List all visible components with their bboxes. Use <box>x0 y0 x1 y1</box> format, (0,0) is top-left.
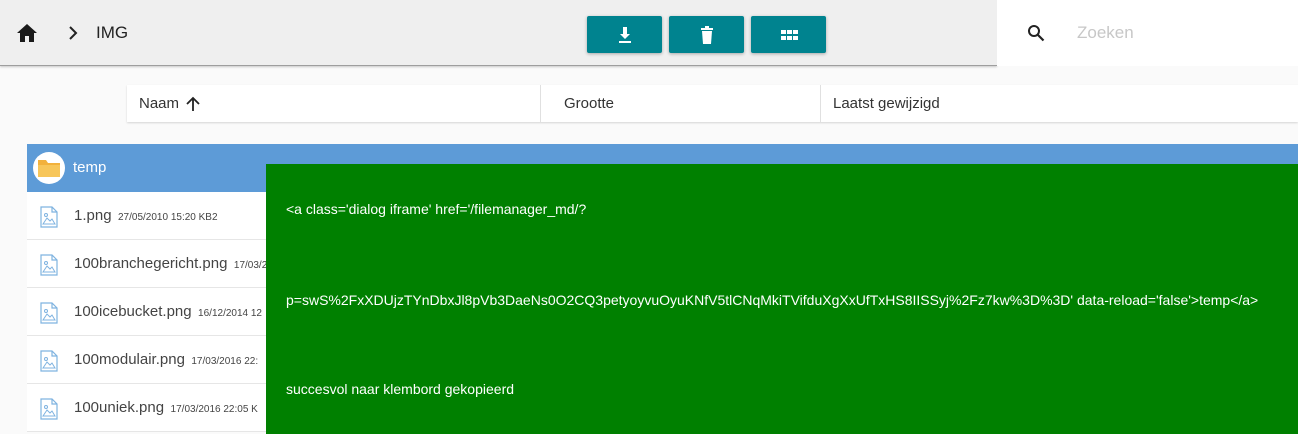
grid-view-icon <box>780 29 798 40</box>
download-icon <box>618 26 631 43</box>
file-name: 100modulair.png <box>74 351 185 368</box>
column-divider <box>820 85 821 122</box>
column-name[interactable]: Naam <box>139 85 201 122</box>
file-name: 1.png <box>74 207 112 224</box>
image-file-icon <box>40 206 58 228</box>
arrow-up-icon <box>186 96 200 111</box>
search-icon[interactable] <box>1027 24 1045 42</box>
column-divider <box>540 85 541 122</box>
file-meta: 17/03/2 <box>233 260 268 271</box>
column-size-label: Grootte <box>564 95 615 112</box>
toast-line-1: <a class='dialog iframe' href='/filemana… <box>286 201 587 217</box>
grid-view-button[interactable] <box>751 16 826 53</box>
clipboard-toast: <a class='dialog iframe' href='/filemana… <box>266 164 1298 434</box>
image-file-icon <box>40 398 58 420</box>
search-input[interactable] <box>1077 20 1287 46</box>
image-file-icon <box>40 302 58 324</box>
column-size[interactable]: Grootte <box>564 85 614 122</box>
trash-icon <box>700 25 713 44</box>
home-icon[interactable] <box>16 23 38 43</box>
column-modified[interactable]: Laatst gewijzigd <box>833 85 940 122</box>
file-meta: 16/12/2014 12 <box>198 308 262 319</box>
folder-badge <box>33 152 65 184</box>
file-meta: 17/03/2016 22: <box>191 356 259 367</box>
search-bar <box>997 0 1298 66</box>
column-name-label: Naam <box>139 95 180 112</box>
file-name: 100branchegericht.png <box>74 255 228 272</box>
delete-button[interactable] <box>669 16 744 53</box>
toast-line-2: p=swS%2FxXDUjzTYnDbxJl8pVb3DaeNs0O2CQ3pe… <box>286 292 1259 308</box>
image-file-icon <box>40 254 58 276</box>
top-bar: IMG <box>0 0 997 66</box>
download-button[interactable] <box>587 16 662 53</box>
breadcrumb-current[interactable]: IMG <box>96 23 128 43</box>
folder-icon <box>38 160 60 177</box>
column-modified-label: Laatst gewijzigd <box>833 95 940 112</box>
toast-message: succesvol naar klembord gekopieerd <box>286 381 515 397</box>
image-file-icon <box>40 350 58 372</box>
folder-name: temp <box>73 159 107 176</box>
file-meta: 17/03/2016 22:05 K <box>170 404 258 415</box>
column-header: Naam Grootte Laatst gewijzigd <box>127 85 1298 122</box>
chevron-right-icon <box>69 26 78 40</box>
file-meta: 27/05/2010 15:20 KB2 <box>118 212 218 223</box>
file-name: 100icebucket.png <box>74 303 192 320</box>
file-name: 100uniek.png <box>74 399 165 416</box>
